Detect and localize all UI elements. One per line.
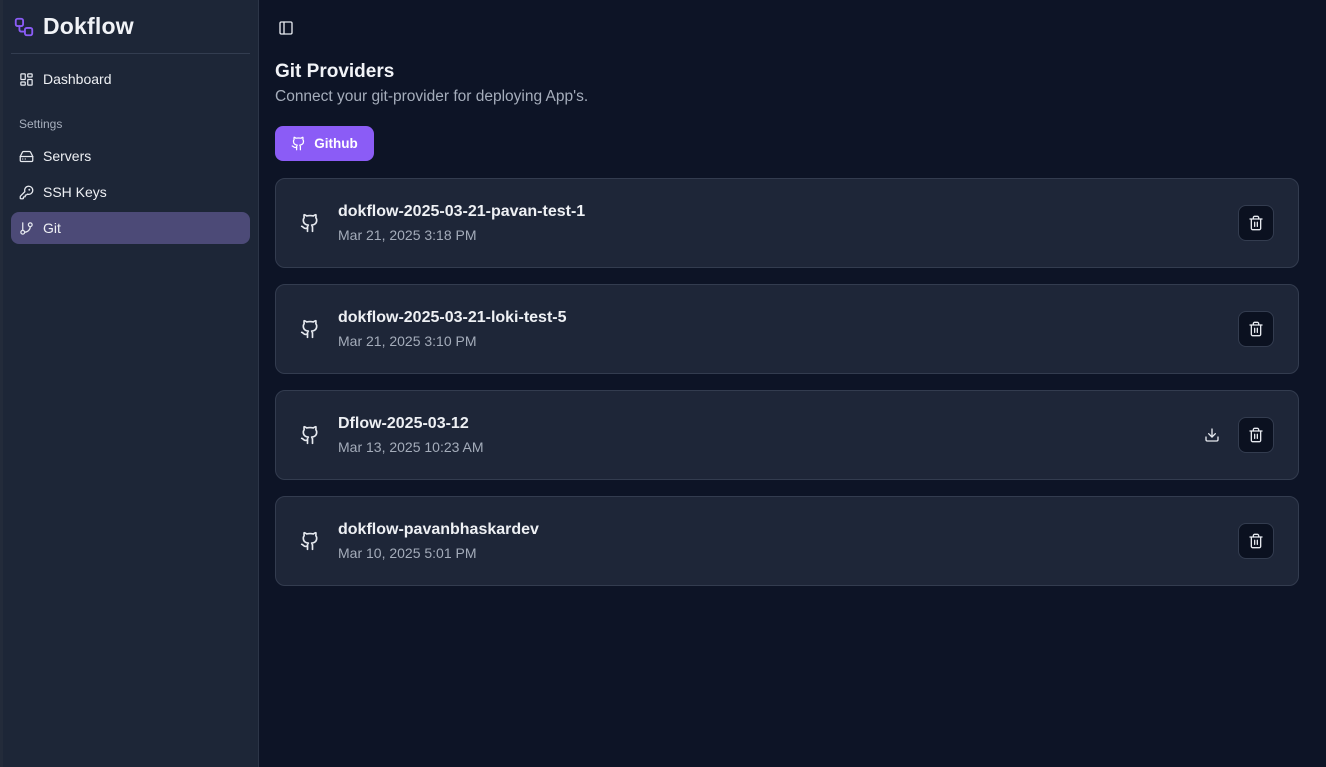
github-icon xyxy=(300,425,320,445)
brand[interactable]: Dokflow xyxy=(11,0,250,54)
delete-button[interactable] xyxy=(1238,311,1274,347)
server-icon xyxy=(19,150,34,162)
sidebar-item-label: Git xyxy=(43,220,61,236)
provider-name: dokflow-pavanbhaskardev xyxy=(338,521,539,538)
page-title: Git Providers xyxy=(275,61,395,82)
app-root: Dokflow Dashboard Settings Servers SSH K… xyxy=(0,0,1326,767)
provider-info: Dflow-2025-03-12 Mar 13, 2025 10:23 AM xyxy=(338,415,484,455)
github-icon xyxy=(291,136,305,151)
download-icon xyxy=(1205,428,1219,442)
sidebar-item-label: Dashboard xyxy=(43,71,112,87)
dashboard-icon xyxy=(20,72,33,86)
provider-actions xyxy=(1238,523,1274,559)
settings-section-label: Settings xyxy=(19,117,63,131)
provider-actions xyxy=(1238,205,1274,241)
git-branch-icon xyxy=(20,221,33,235)
delete-button[interactable] xyxy=(1238,523,1274,559)
provider-name: dokflow-2025-03-21-loki-test-5 xyxy=(338,309,567,326)
sidebar-item-dashboard[interactable]: Dashboard xyxy=(11,63,250,95)
github-icon xyxy=(300,213,320,233)
sidebar-item-ssh-keys[interactable]: SSH Keys xyxy=(11,176,250,208)
provider-name: dokflow-2025-03-21-pavan-test-1 xyxy=(338,203,586,220)
sidebar-item-servers[interactable]: Servers xyxy=(11,140,250,172)
provider-card: dokflow-2025-03-21-pavan-test-1 Mar 21, … xyxy=(275,178,1299,268)
provider-date: Mar 21, 2025 3:18 PM xyxy=(338,227,477,243)
provider-info: dokflow-pavanbhaskardev Mar 10, 2025 5:0… xyxy=(338,521,539,561)
provider-info: dokflow-2025-03-21-pavan-test-1 Mar 21, … xyxy=(338,203,585,243)
sidebar-item-label: Servers xyxy=(43,148,92,164)
trash-icon xyxy=(1249,215,1263,231)
sidebar-item-label: SSH Keys xyxy=(43,184,107,200)
download-button[interactable] xyxy=(1194,417,1230,453)
trash-icon xyxy=(1249,321,1263,337)
page-subtitle: Connect your git-provider for deploying … xyxy=(275,88,589,105)
provider-date: Mar 21, 2025 3:10 PM xyxy=(338,333,477,349)
provider-name: Dflow-2025-03-12 xyxy=(338,415,469,432)
key-icon xyxy=(19,185,34,199)
provider-card: dokflow-pavanbhaskardev Mar 10, 2025 5:0… xyxy=(275,496,1299,586)
provider-card: Dflow-2025-03-12 Mar 13, 2025 10:23 AM xyxy=(275,390,1299,480)
sidebar-item-git[interactable]: Git xyxy=(11,212,250,244)
trash-icon xyxy=(1249,427,1263,443)
sidebar-toggle-button[interactable] xyxy=(277,19,295,37)
workflow-logo-icon xyxy=(13,16,35,38)
provider-info: dokflow-2025-03-21-loki-test-5 Mar 21, 2… xyxy=(338,309,567,349)
brand-name: Dokflow xyxy=(43,13,134,39)
provider-date: Mar 13, 2025 10:23 AM xyxy=(338,439,484,455)
github-connect-button[interactable]: Github xyxy=(275,126,374,161)
provider-date: Mar 10, 2025 5:01 PM xyxy=(338,545,477,561)
github-icon xyxy=(300,319,320,339)
provider-actions xyxy=(1194,417,1274,453)
provider-actions xyxy=(1238,311,1274,347)
sidebar: Dokflow Dashboard Settings Servers SSH K… xyxy=(3,0,259,767)
panel-left-icon xyxy=(279,21,293,35)
github-button-label: Github xyxy=(314,136,358,151)
provider-card: dokflow-2025-03-21-loki-test-5 Mar 21, 2… xyxy=(275,284,1299,374)
trash-icon xyxy=(1249,533,1263,549)
github-icon xyxy=(300,531,320,551)
main-content: Git Providers Connect your git-provider … xyxy=(259,0,1326,767)
provider-list: dokflow-2025-03-21-pavan-test-1 Mar 21, … xyxy=(275,178,1299,602)
delete-button[interactable] xyxy=(1238,417,1274,453)
delete-button[interactable] xyxy=(1238,205,1274,241)
